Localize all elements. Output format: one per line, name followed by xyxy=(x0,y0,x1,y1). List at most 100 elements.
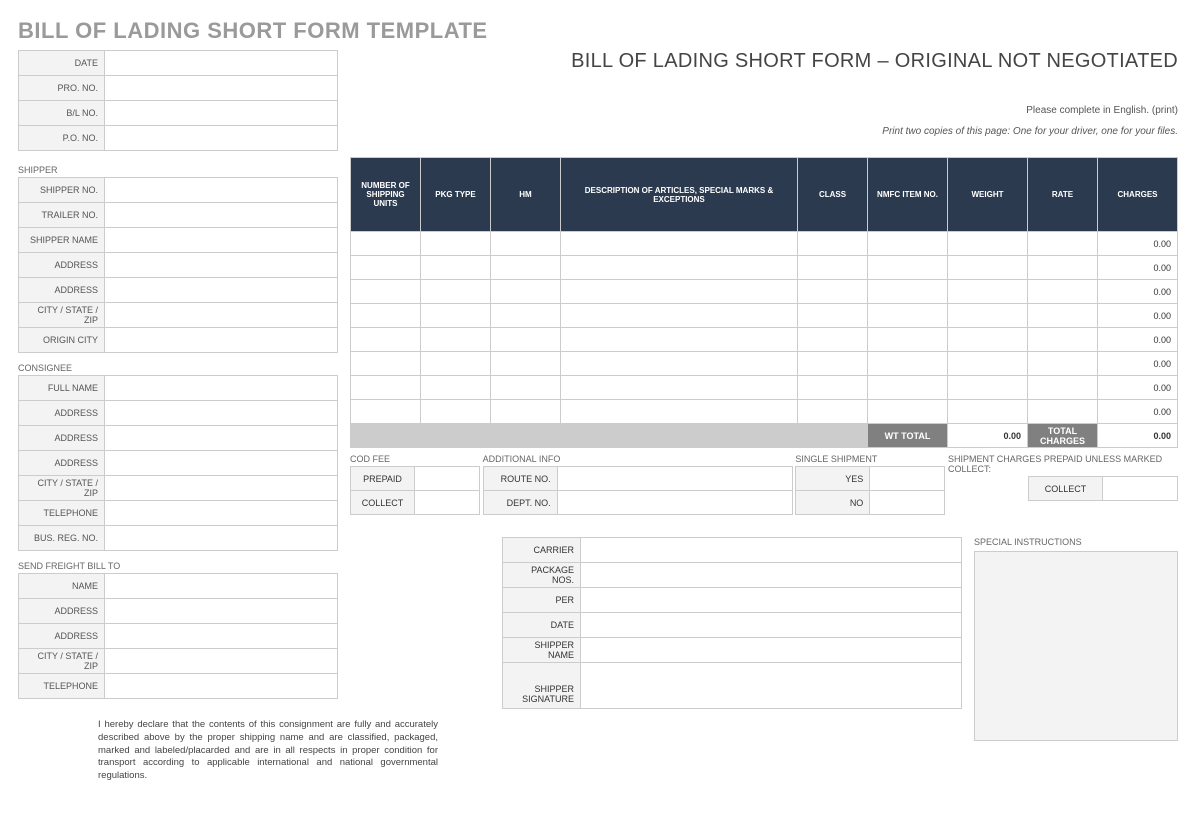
charges-cell: 0.00 xyxy=(1098,256,1178,280)
shipper-origin-label: ORIGIN CITY xyxy=(19,328,105,353)
item-row[interactable]: 0.00 xyxy=(351,328,1178,352)
charges-cell: 0.00 xyxy=(1098,376,1178,400)
ss-yes-input[interactable] xyxy=(870,467,945,491)
carrier-input[interactable] xyxy=(581,538,962,563)
po-no-input[interactable] xyxy=(105,126,338,151)
carrier-shipper-name-label: SHIPPER NAME xyxy=(503,638,581,663)
item-row[interactable]: 0.00 xyxy=(351,352,1178,376)
charges-cell: 0.00 xyxy=(1098,280,1178,304)
carrier-date-label: DATE xyxy=(503,613,581,638)
fb-phone-input[interactable] xyxy=(105,674,338,699)
bl-no-label: B/L NO. xyxy=(19,101,105,126)
fb-csz-label: CITY / STATE / ZIP xyxy=(19,649,105,674)
shipper-table: SHIPPER NO. TRAILER NO. SHIPPER NAME ADD… xyxy=(18,177,338,353)
consignee-addr3-label: ADDRESS xyxy=(19,451,105,476)
ss-no-label: NO xyxy=(796,491,870,515)
consignee-phone-input[interactable] xyxy=(105,501,338,526)
per-input[interactable] xyxy=(581,588,962,613)
shipper-addr2-label: ADDRESS xyxy=(19,278,105,303)
ss-yes-label: YES xyxy=(796,467,870,491)
po-no-label: P.O. NO. xyxy=(19,126,105,151)
shipper-no-input[interactable] xyxy=(105,178,338,203)
trailer-no-label: TRAILER NO. xyxy=(19,203,105,228)
fb-addr2-input[interactable] xyxy=(105,624,338,649)
items-table: NUMBER OF SHIPPING UNITS PKG TYPE HM DES… xyxy=(350,157,1178,448)
fb-phone-label: TELEPHONE xyxy=(19,674,105,699)
carrier-label: CARRIER xyxy=(503,538,581,563)
consignee-addr3-input[interactable] xyxy=(105,451,338,476)
shipper-addr1-label: ADDRESS xyxy=(19,253,105,278)
addl-section-label: ADDITIONAL INFO xyxy=(483,454,793,464)
wt-total-value: 0.00 xyxy=(948,424,1028,448)
fb-addr2-label: ADDRESS xyxy=(19,624,105,649)
consignee-csz-input[interactable] xyxy=(105,476,338,501)
charges-cell: 0.00 xyxy=(1098,232,1178,256)
items-tbody: 0.00 0.00 0.00 0.00 0.00 0.00 0.00 0.00 … xyxy=(351,232,1178,448)
item-row[interactable]: 0.00 xyxy=(351,304,1178,328)
shipper-origin-input[interactable] xyxy=(105,328,338,353)
charges-cell: 0.00 xyxy=(1098,328,1178,352)
fb-csz-input[interactable] xyxy=(105,649,338,674)
consignee-table: FULL NAME ADDRESS ADDRESS ADDRESS CITY /… xyxy=(18,375,338,551)
shipper-addr1-input[interactable] xyxy=(105,253,338,278)
instructions-2: Print two copies of this page: One for y… xyxy=(350,126,1178,137)
shipper-csz-input[interactable] xyxy=(105,303,338,328)
freight-bill-section-label: SEND FREIGHT BILL TO xyxy=(18,561,338,571)
route-input[interactable] xyxy=(557,467,792,491)
cod-prepaid-input[interactable] xyxy=(415,467,480,491)
pkgnos-input[interactable] xyxy=(581,563,962,588)
fb-addr1-input[interactable] xyxy=(105,599,338,624)
carrier-table: CARRIER PACKAGE NOS. PER DATE SHIPPER NA… xyxy=(502,537,962,709)
th-pkg: PKG TYPE xyxy=(421,158,491,232)
trailer-no-input[interactable] xyxy=(105,203,338,228)
carrier-date-input[interactable] xyxy=(581,613,962,638)
single-shipment-section-label: SINGLE SHIPMENT xyxy=(795,454,945,464)
consignee-csz-label: CITY / STATE / ZIP xyxy=(19,476,105,501)
date-input[interactable] xyxy=(105,51,338,76)
item-row[interactable]: 0.00 xyxy=(351,256,1178,280)
shipper-no-label: SHIPPER NO. xyxy=(19,178,105,203)
ss-no-input[interactable] xyxy=(870,491,945,515)
pro-no-input[interactable] xyxy=(105,76,338,101)
fb-name-label: NAME xyxy=(19,574,105,599)
dept-label: DEPT. NO. xyxy=(483,491,557,515)
consignee-phone-label: TELEPHONE xyxy=(19,501,105,526)
ship-charges-section-label: SHIPMENT CHARGES PREPAID UNLESS MARKED C… xyxy=(948,454,1178,474)
ship-charges-table: COLLECT xyxy=(1028,476,1178,501)
th-nmfc: NMFC ITEM NO. xyxy=(868,158,948,232)
instructions-1: Please complete in English. (print) xyxy=(350,105,1178,116)
fb-name-input[interactable] xyxy=(105,574,338,599)
header-fields-table: DATE PRO. NO. B/L NO. P.O. NO. xyxy=(18,50,338,151)
shipper-section-label: SHIPPER xyxy=(18,165,338,175)
page-title: BILL OF LADING SHORT FORM TEMPLATE xyxy=(18,18,1178,44)
sc-collect-input[interactable] xyxy=(1102,477,1177,501)
total-charges-label: TOTAL CHARGES xyxy=(1028,424,1098,448)
th-desc: DESCRIPTION OF ARTICLES, SPECIAL MARKS &… xyxy=(561,158,798,232)
item-row[interactable]: 0.00 xyxy=(351,400,1178,424)
shipper-signature-input[interactable] xyxy=(581,663,962,709)
per-label: PER xyxy=(503,588,581,613)
cod-table: PREPAID COLLECT xyxy=(350,466,480,515)
fb-addr1-label: ADDRESS xyxy=(19,599,105,624)
special-instructions-input[interactable] xyxy=(974,551,1178,741)
consignee-addr1-label: ADDRESS xyxy=(19,401,105,426)
dept-input[interactable] xyxy=(557,491,792,515)
shipper-name-input[interactable] xyxy=(105,228,338,253)
charges-cell: 0.00 xyxy=(1098,304,1178,328)
carrier-shipper-name-input[interactable] xyxy=(581,638,962,663)
consignee-addr2-input[interactable] xyxy=(105,426,338,451)
item-row[interactable]: 0.00 xyxy=(351,232,1178,256)
single-shipment-table: YES NO xyxy=(795,466,945,515)
consignee-addr1-input[interactable] xyxy=(105,401,338,426)
consignee-busreg-input[interactable] xyxy=(105,526,338,551)
totals-row: WT TOTAL 0.00 TOTAL CHARGES 0.00 xyxy=(351,424,1178,448)
consignee-name-input[interactable] xyxy=(105,376,338,401)
item-row[interactable]: 0.00 xyxy=(351,376,1178,400)
bl-no-input[interactable] xyxy=(105,101,338,126)
cod-collect-input[interactable] xyxy=(415,491,480,515)
th-weight: WEIGHT xyxy=(948,158,1028,232)
item-row[interactable]: 0.00 xyxy=(351,280,1178,304)
sc-collect-label: COLLECT xyxy=(1028,477,1102,501)
shipper-addr2-input[interactable] xyxy=(105,278,338,303)
form-title: BILL OF LADING SHORT FORM – ORIGINAL NOT… xyxy=(350,50,1178,73)
